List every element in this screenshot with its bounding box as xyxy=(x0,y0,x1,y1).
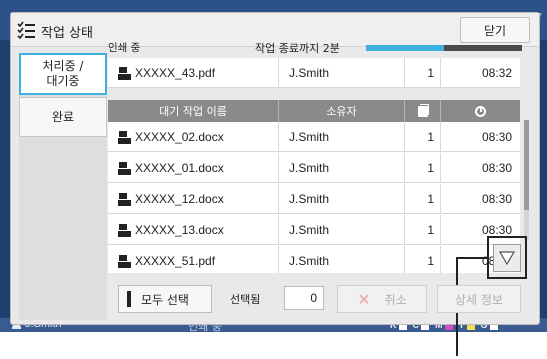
printing-label: 인쇄 중 xyxy=(108,42,141,54)
job-icon xyxy=(118,67,131,80)
job-owner: J.Smith xyxy=(278,122,404,152)
table-row[interactable]: XXXXX_13.docx J.Smith 1 08:30 xyxy=(108,215,520,245)
job-count: 1 xyxy=(404,184,440,214)
scrollbar-thumb[interactable] xyxy=(524,120,529,210)
job-name: XXXXX_13.docx xyxy=(135,223,224,237)
printing-job-row[interactable]: XXXXX_43.pdf J.Smith 1 08:32 xyxy=(108,58,520,88)
close-button[interactable]: 닫기 xyxy=(460,17,530,43)
job-owner: J.Smith xyxy=(278,246,404,273)
details-button[interactable]: 상세 정보 xyxy=(437,285,521,313)
job-time: 08:30 xyxy=(440,153,520,183)
select-all-checkbox-icon xyxy=(127,291,131,307)
job-owner: J.Smith xyxy=(278,215,404,245)
job-name: XXXXX_12.docx xyxy=(135,192,224,206)
job-count: 1 xyxy=(404,215,440,245)
job-icon xyxy=(118,193,131,206)
pages-icon xyxy=(417,103,429,117)
job-name: XXXXX_01.docx xyxy=(135,161,224,175)
job-name: XXXXX_51.pdf xyxy=(135,254,216,268)
job-count: 1 xyxy=(404,122,440,152)
cancel-label: 취소 xyxy=(384,292,407,307)
selected-label: 선택됨 xyxy=(230,293,261,306)
job-owner: J.Smith xyxy=(278,58,404,88)
job-time: 08:32 xyxy=(440,58,520,88)
select-all-button[interactable]: 모두 선택 xyxy=(118,285,212,313)
table-row[interactable]: XXXXX_51.pdf J.Smith 1 08:30 xyxy=(108,246,520,273)
remaining-time: 작업 종료까지 2분 xyxy=(255,42,340,55)
queue-scrollbar[interactable] xyxy=(524,120,529,240)
job-name: XXXXX_43.pdf xyxy=(135,66,216,80)
header-job-name: 대기 작업 이름 xyxy=(159,105,227,118)
queue-table-header: 대기 작업 이름 소유자 xyxy=(108,100,520,122)
job-list-icon xyxy=(17,21,35,39)
job-time: 08:30 xyxy=(440,122,520,152)
dialog-title: 작업 상태 xyxy=(41,26,93,41)
print-progress-bar xyxy=(366,45,522,51)
queue-list[interactable]: XXXXX_02.docx J.Smith 1 08:30 XXXXX_01.d… xyxy=(108,122,520,273)
clock-icon xyxy=(475,105,486,117)
job-count: 1 xyxy=(404,246,440,273)
job-count: 1 xyxy=(404,153,440,183)
select-all-label: 모두 선택 xyxy=(141,292,189,307)
job-icon xyxy=(118,255,131,268)
table-row[interactable]: XXXXX_12.docx J.Smith 1 08:30 xyxy=(108,184,520,214)
table-row[interactable]: XXXXX_01.docx J.Smith 1 08:30 xyxy=(108,153,520,183)
cancel-x-icon: ✕ xyxy=(357,289,371,309)
job-icon xyxy=(118,131,131,144)
table-row[interactable]: XXXXX_02.docx J.Smith 1 08:30 xyxy=(108,122,520,152)
job-count: 1 xyxy=(404,58,440,88)
job-owner: J.Smith xyxy=(278,153,404,183)
job-icon xyxy=(118,224,131,237)
callout-leader-horizontal xyxy=(456,257,488,259)
job-icon xyxy=(118,162,131,175)
callout-highlight xyxy=(487,236,527,279)
tab-completed[interactable]: 완료 xyxy=(19,97,107,137)
selected-count: 0 xyxy=(284,286,324,310)
job-name: XXXXX_02.docx xyxy=(135,130,224,144)
job-time: 08:30 xyxy=(440,184,520,214)
job-owner: J.Smith xyxy=(278,184,404,214)
header-owner: 소유자 xyxy=(278,100,404,122)
print-progress-fill xyxy=(366,45,444,51)
cancel-job-button[interactable]: ✕ 취소 xyxy=(337,285,427,313)
tab-processing-waiting[interactable]: 처리중 / 대기중 xyxy=(19,53,107,95)
